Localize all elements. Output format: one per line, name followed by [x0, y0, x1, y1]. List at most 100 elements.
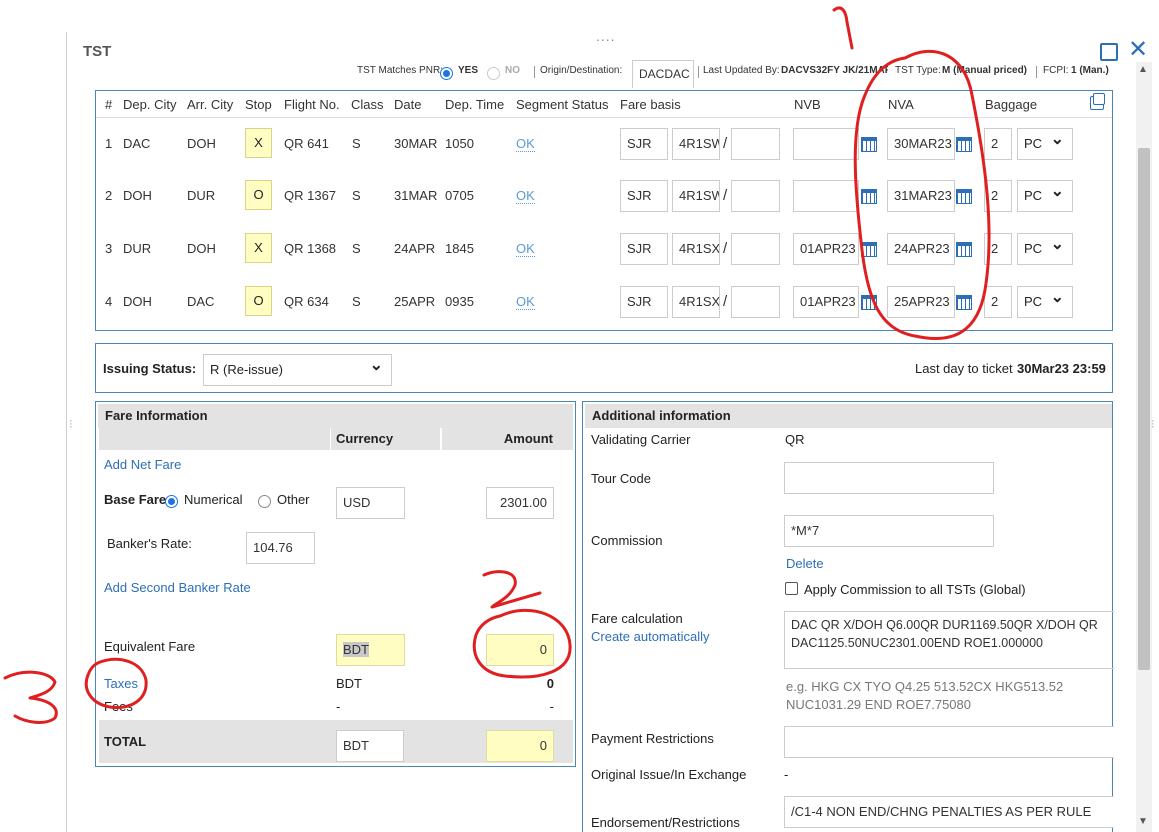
fare-basis-input-1[interactable]: SJR — [620, 233, 668, 265]
segment-status-link[interactable]: OK — [516, 242, 535, 257]
issuing-status-label: Issuing Status: — [103, 361, 197, 376]
segment-status-link[interactable]: OK — [516, 295, 535, 310]
nvb-input[interactable]: 01APR23 — [793, 286, 859, 318]
stop-input[interactable]: O — [245, 286, 272, 316]
header-divider — [96, 117, 1112, 118]
calendar-icon[interactable] — [956, 242, 972, 257]
tour-code-input[interactable] — [784, 462, 994, 494]
copy-icon[interactable] — [1090, 93, 1105, 110]
baggage-qty-input[interactable]: 2 — [984, 233, 1012, 265]
add-second-banker-rate-link[interactable]: Add Second Banker Rate — [104, 580, 251, 595]
issuing-status-select[interactable]: R (Re-issue) — [203, 351, 392, 386]
base-fare-other-label: Other — [277, 492, 310, 507]
bankers-rate-input[interactable]: 104.76 — [246, 532, 315, 564]
bankers-rate-label: Banker's Rate: — [107, 536, 192, 551]
base-fare-currency-input[interactable]: USD — [336, 487, 405, 519]
fare-basis-input-3[interactable] — [731, 233, 780, 265]
origin-destination-field[interactable]: DACDAC — [632, 60, 694, 88]
fare-information-title: Fare Information — [98, 404, 573, 428]
tst-matches-yes-radio[interactable] — [440, 67, 453, 81]
calendar-icon[interactable] — [956, 137, 972, 152]
nvb-input[interactable] — [793, 128, 859, 160]
baggage-unit-select[interactable]: PC — [1017, 125, 1073, 160]
endorsement-input[interactable]: /C1-4 NON END/CHNG PENALTIES AS PER RULE — [784, 796, 1114, 828]
segment-number: 4 — [105, 294, 113, 309]
stop-input[interactable]: X — [245, 233, 272, 263]
fare-basis-input-1[interactable]: SJR — [620, 180, 668, 212]
scroll-down-arrow-icon[interactable]: ▼ — [1138, 816, 1148, 827]
baggage-unit-select[interactable]: PC — [1017, 177, 1073, 212]
tst-matches-no-radio[interactable] — [487, 67, 500, 81]
total-amount-input[interactable]: 0 — [486, 730, 554, 762]
segment-status-link[interactable]: OK — [516, 137, 535, 152]
booking-class: S — [352, 188, 361, 203]
fare-basis-input-2[interactable]: 4R1SX — [672, 286, 720, 318]
equivalent-fare-currency-input[interactable]: BDT — [336, 634, 405, 666]
fare-basis-input-2[interactable]: 4R1SW — [672, 128, 720, 160]
add-net-fare-link[interactable]: Add Net Fare — [104, 457, 181, 472]
baggage-unit-value: PC — [1024, 188, 1043, 203]
resize-handle-left[interactable]: · · · — [69, 416, 73, 433]
apply-commission-checkbox[interactable] — [785, 582, 798, 595]
fare-basis-input-3[interactable] — [731, 128, 780, 160]
base-fare-other-radio[interactable] — [258, 495, 271, 509]
base-fare-label: Base Fare — [104, 492, 167, 507]
create-automatically-link[interactable]: Create automatically — [591, 629, 710, 644]
commission-input[interactable]: *M*7 — [784, 515, 994, 547]
fare-basis-input-1[interactable]: SJR — [620, 286, 668, 318]
taxes-link[interactable]: Taxes — [104, 676, 138, 691]
stop-input[interactable]: O — [245, 180, 272, 210]
equivalent-fare-amount-input[interactable]: 0 — [486, 634, 554, 666]
base-fare-amount-input[interactable]: 2301.00 — [486, 487, 554, 519]
fare-calc-line: DAC1125.50NUC2301.00END ROE1.000000 — [791, 636, 1044, 650]
scroll-up-arrow-icon[interactable]: ▲ — [1138, 64, 1148, 75]
booking-class: S — [352, 294, 361, 309]
nva-input[interactable]: 31MAR23 — [887, 180, 955, 212]
total-currency-input[interactable]: BDT — [336, 730, 404, 762]
fare-basis-input-3[interactable] — [731, 286, 780, 318]
nvb-input[interactable] — [793, 180, 859, 212]
arr-city: DAC — [187, 294, 215, 309]
fare-calculation-label: Fare calculation — [591, 611, 683, 626]
nva-input[interactable]: 25APR23 — [887, 286, 955, 318]
tst-type-label: TST Type: — [895, 65, 941, 76]
fare-basis-input-3[interactable] — [731, 180, 780, 212]
baggage-unit-select[interactable]: PC — [1017, 230, 1073, 265]
calendar-icon[interactable] — [861, 189, 877, 204]
endorsement-label: Endorsement/Restrictions — [591, 815, 740, 830]
booking-class: S — [352, 136, 361, 151]
baggage-qty-input[interactable]: 2 — [984, 180, 1012, 212]
scroll-thumb[interactable] — [1138, 148, 1150, 670]
arr-city: DUR — [187, 188, 216, 203]
calendar-icon[interactable] — [861, 295, 877, 310]
fare-basis-input-2[interactable]: 4R1SX — [672, 233, 720, 265]
taxes-currency: BDT — [336, 676, 362, 691]
fare-calculation-textarea[interactable]: DAC QR X/DOH Q6.00QR DUR1169.50QR X/DOH … — [784, 611, 1114, 669]
calendar-icon[interactable] — [861, 242, 877, 257]
close-icon[interactable]: ✕ — [1128, 38, 1148, 62]
stop-input[interactable]: X — [245, 128, 272, 158]
baggage-qty-input[interactable]: 2 — [984, 128, 1012, 160]
col-header-segment-status: Segment Status — [516, 97, 609, 112]
fcpi-value: 1 (Man.) — [1071, 65, 1109, 76]
payment-restrictions-input[interactable] — [784, 726, 1114, 758]
commission-delete-link[interactable]: Delete — [786, 556, 824, 571]
nva-input[interactable]: 24APR23 — [887, 233, 955, 265]
col-header-num: # — [105, 97, 113, 112]
calendar-icon[interactable] — [956, 295, 972, 310]
flight-number: QR 641 — [284, 136, 329, 151]
maximize-icon[interactable] — [1100, 43, 1118, 61]
fare-basis-input-2[interactable]: 4R1SW — [672, 180, 720, 212]
segment-status-link[interactable]: OK — [516, 189, 535, 204]
baggage-qty-input[interactable]: 2 — [984, 286, 1012, 318]
calendar-icon[interactable] — [861, 137, 877, 152]
baggage-unit-select[interactable]: PC — [1017, 283, 1073, 318]
tour-code-label: Tour Code — [591, 471, 651, 486]
base-fare-numerical-radio[interactable] — [165, 495, 178, 509]
currency-header: Currency — [331, 428, 440, 450]
calendar-icon[interactable] — [956, 189, 972, 204]
col-header-nva: NVA — [888, 97, 914, 112]
nvb-input[interactable]: 01APR23 — [793, 233, 859, 265]
nva-input[interactable]: 30MAR23 — [887, 128, 955, 160]
fare-basis-input-1[interactable]: SJR — [620, 128, 668, 160]
